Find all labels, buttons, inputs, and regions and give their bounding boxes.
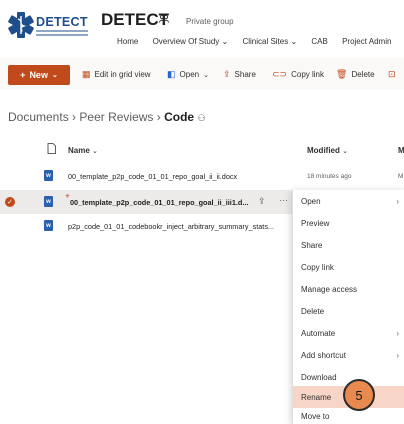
new-button[interactable]: + New ⌄: [8, 65, 70, 85]
more-options-icon[interactable]: ···: [279, 195, 288, 205]
menu-item-preview[interactable]: Preview: [293, 212, 404, 234]
file-modified-by: M: [398, 173, 404, 180]
breadcrumb-separator: ›: [156, 110, 165, 124]
chevron-right-icon: ›: [396, 196, 399, 206]
share-icon: ⇪: [223, 69, 231, 79]
chevron-right-icon: ›: [396, 328, 399, 338]
word-file-icon: w: [44, 170, 53, 181]
file-name[interactable]: 00_template_p2p_code_01_01_repo_goal_ii_…: [68, 172, 237, 181]
step-number-badge: 5: [343, 379, 375, 411]
logo-text: DETECT: [36, 15, 88, 29]
selected-check-icon[interactable]: ✓: [5, 197, 15, 207]
edit-grid-view-button[interactable]: ▦ Edit in grid view: [82, 69, 151, 80]
more-commands-icon[interactable]: ⊡: [388, 69, 396, 80]
file-name[interactable]: p2p_code_01_01_codebookr_inject_arbitrar…: [68, 222, 290, 231]
share-button[interactable]: ⇪ Share: [223, 69, 256, 80]
chevron-down-icon: ⌄: [92, 148, 98, 155]
breadcrumb-current-folder: Code: [164, 110, 195, 124]
plus-icon: +: [20, 70, 26, 80]
group-privacy-label: Private group: [186, 17, 234, 26]
word-file-icon: w: [44, 196, 53, 207]
menu-item-copy-link[interactable]: Copy link: [293, 256, 404, 278]
breadcrumb-peer-reviews[interactable]: Peer Reviews: [79, 110, 153, 124]
table-row[interactable]: w p2p_code_01_01_codebookr_inject_arbitr…: [0, 214, 292, 238]
menu-item-move-to[interactable]: Move to: [293, 408, 404, 424]
nav-home[interactable]: Home: [117, 37, 138, 46]
copy-link-button[interactable]: ⊂⊃ Copy link: [272, 69, 324, 80]
modified-column-header[interactable]: Modified ⌄: [307, 146, 348, 155]
modified-by-column-header[interactable]: M: [398, 146, 404, 155]
logo-subtext-lines: [36, 30, 88, 36]
menu-item-manage-access[interactable]: Manage access: [293, 278, 404, 300]
breadcrumb-documents[interactable]: Documents: [8, 110, 69, 124]
nav-cab[interactable]: CAB: [311, 37, 327, 46]
chevron-down-icon: ⌄: [203, 71, 209, 79]
folder-open-icon: ◧: [167, 69, 176, 79]
people-icon: ⚇: [197, 113, 206, 123]
chevron-down-icon: ⌄: [342, 148, 348, 155]
menu-item-open[interactable]: Open ›: [293, 190, 404, 212]
table-row-selected[interactable]: ✓ w ✳ 00_template_p2p_code_01_01_repo_go…: [0, 190, 292, 214]
site-navigation: Home Overview Of Study ⌄ Clinical Sites …: [117, 37, 403, 46]
link-icon: ⊂⊃: [272, 69, 288, 79]
table-row[interactable]: w 00_template_p2p_code_01_01_repo_goal_i…: [0, 164, 404, 188]
share-file-icon[interactable]: ⇪: [258, 196, 266, 207]
name-column-header[interactable]: Name ⌄: [68, 146, 98, 155]
breadcrumb: Documents › Peer Reviews › Code ⚇: [8, 110, 206, 124]
menu-item-add-shortcut[interactable]: Add shortcut ›: [293, 344, 404, 366]
group-people-icon: [159, 15, 169, 23]
file-type-header-icon[interactable]: [47, 143, 56, 156]
file-name[interactable]: 00_template_p2p_code_01_01_repo_goal_ii_…: [70, 198, 248, 207]
grid-icon: ▦: [82, 69, 91, 79]
word-file-icon: w: [44, 220, 53, 231]
trash-icon: 🗑︎: [336, 69, 348, 79]
nav-project-admin[interactable]: Project Admin: [342, 37, 391, 46]
medical-star-icon: [8, 12, 34, 38]
chevron-right-icon: ›: [396, 350, 399, 360]
chevron-down-icon: ⌄: [51, 72, 58, 79]
menu-item-delete[interactable]: Delete: [293, 300, 404, 322]
delete-button[interactable]: 🗑︎ Delete: [336, 69, 375, 80]
document-icon: [47, 143, 56, 154]
nav-overview-of-study[interactable]: Overview Of Study ⌄: [153, 37, 229, 46]
open-button[interactable]: ◧ Open ⌄: [167, 69, 209, 80]
nav-clinical-sites[interactable]: Clinical Sites ⌄: [242, 37, 297, 46]
new-button-label: New: [29, 70, 48, 80]
menu-item-automate[interactable]: Automate ›: [293, 322, 404, 344]
file-modified: 18 minutes ago: [307, 173, 352, 180]
menu-item-share[interactable]: Share: [293, 234, 404, 256]
